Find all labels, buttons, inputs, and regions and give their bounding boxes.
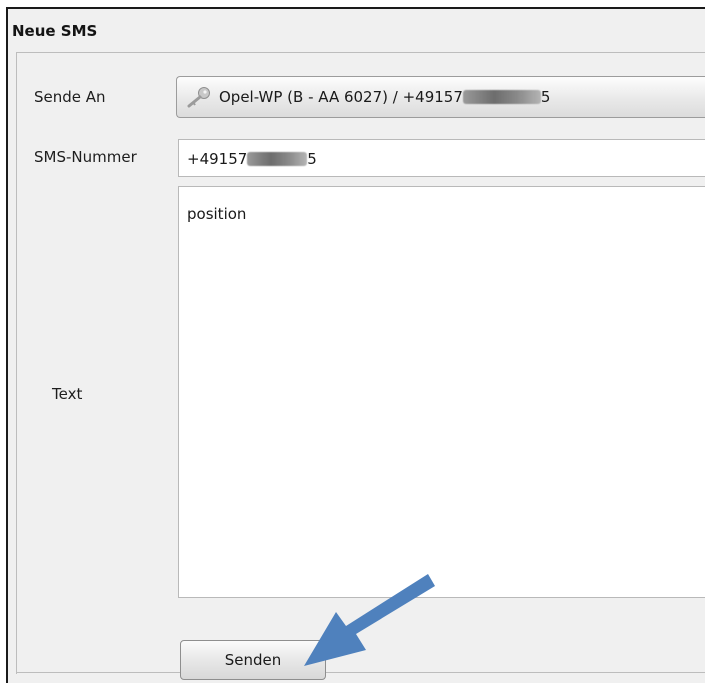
number-field[interactable]: +49157 5 <box>178 139 705 177</box>
redacted-block <box>247 152 308 166</box>
redacted-block <box>462 90 541 104</box>
message-textarea[interactable]: position <box>178 186 705 598</box>
text-label: Text <box>52 385 83 403</box>
key-icon <box>185 86 211 108</box>
arrow-annotation <box>304 574 435 666</box>
dialog-title: Neue SMS <box>12 22 98 40</box>
recipient-value: Opel-WP (B - AA 6027) / +49157 5 <box>219 88 551 106</box>
recipient-label: Sende An <box>34 88 106 106</box>
number-label: SMS-Nummer <box>34 148 137 166</box>
number-value: +49157 5 <box>187 150 317 168</box>
message-text: position <box>187 205 247 223</box>
recipient-combobox[interactable]: Opel-WP (B - AA 6027) / +49157 5 <box>176 76 705 118</box>
